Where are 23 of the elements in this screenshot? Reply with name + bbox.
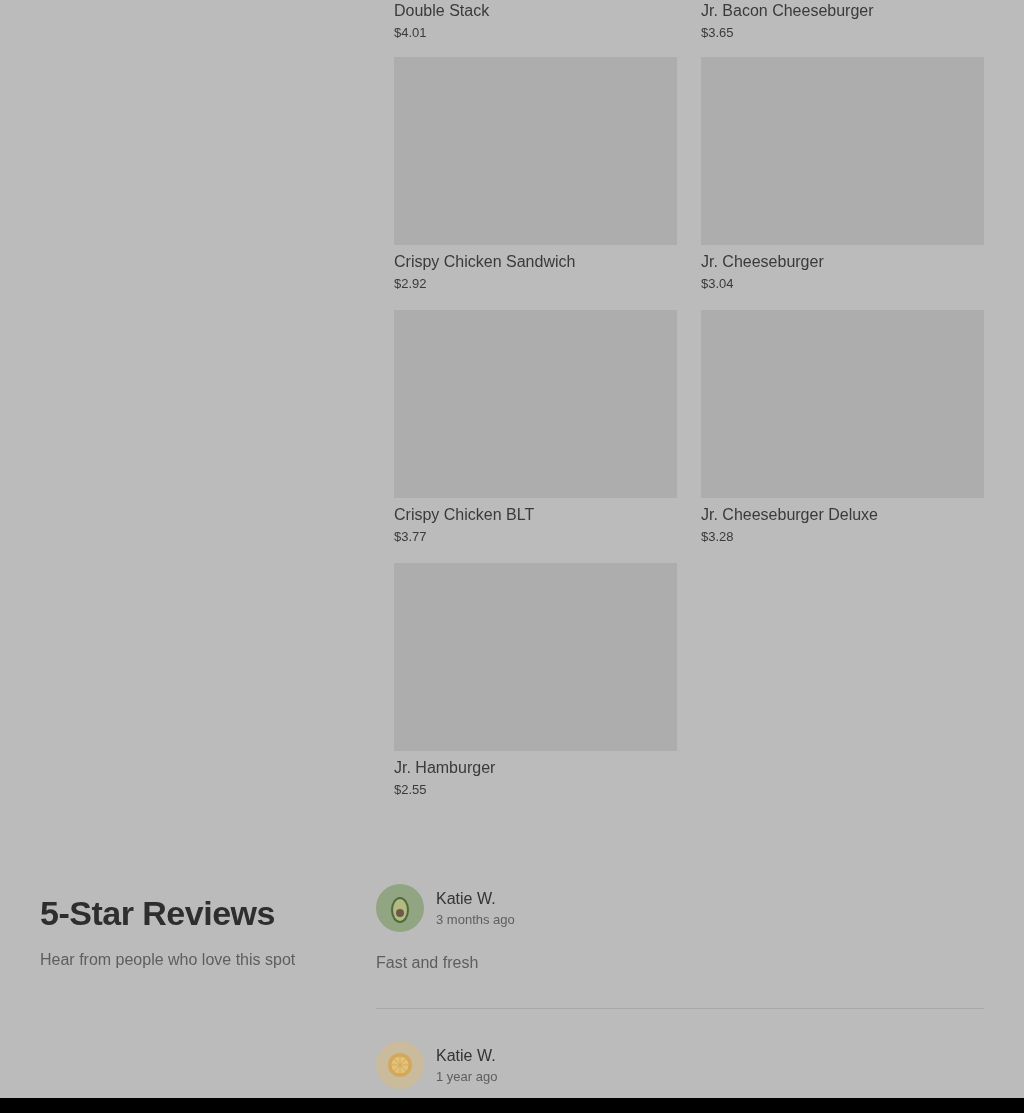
item-price: $3.77	[394, 528, 427, 546]
review-time: 1 year ago	[436, 1068, 498, 1084]
avocado-avatar-icon	[376, 884, 424, 932]
item-name[interactable]: Jr. Hamburger	[394, 757, 496, 779]
item-name[interactable]: Crispy Chicken BLT	[394, 504, 535, 526]
review-time: 3 months ago	[436, 911, 515, 927]
section-subtitle: Hear from people who love this spot	[40, 951, 297, 969]
section-title: 5-Star Reviews	[40, 894, 276, 933]
item-name[interactable]: Crispy Chicken Sandwich	[394, 251, 576, 273]
item-name[interactable]: Jr. Cheeseburger Deluxe	[701, 504, 878, 526]
item-price: $2.92	[394, 275, 427, 293]
item-price: $3.65	[701, 24, 734, 42]
reviewer-name: Katie W.	[436, 889, 497, 908]
item-price: $3.28	[701, 528, 734, 546]
item-price: $4.01	[394, 24, 427, 42]
citrus-avatar-icon	[376, 1041, 424, 1089]
item-price: $3.04	[701, 275, 734, 293]
item-price: $2.55	[394, 781, 427, 799]
item-name[interactable]: Double Stack	[394, 0, 490, 22]
item-name[interactable]: Jr. Cheeseburger	[701, 251, 824, 273]
item-name[interactable]: Jr. Bacon Cheeseburger	[701, 0, 874, 22]
reviewer-name: Katie W.	[436, 1046, 497, 1065]
review-text: Fast and fresh	[376, 954, 480, 972]
